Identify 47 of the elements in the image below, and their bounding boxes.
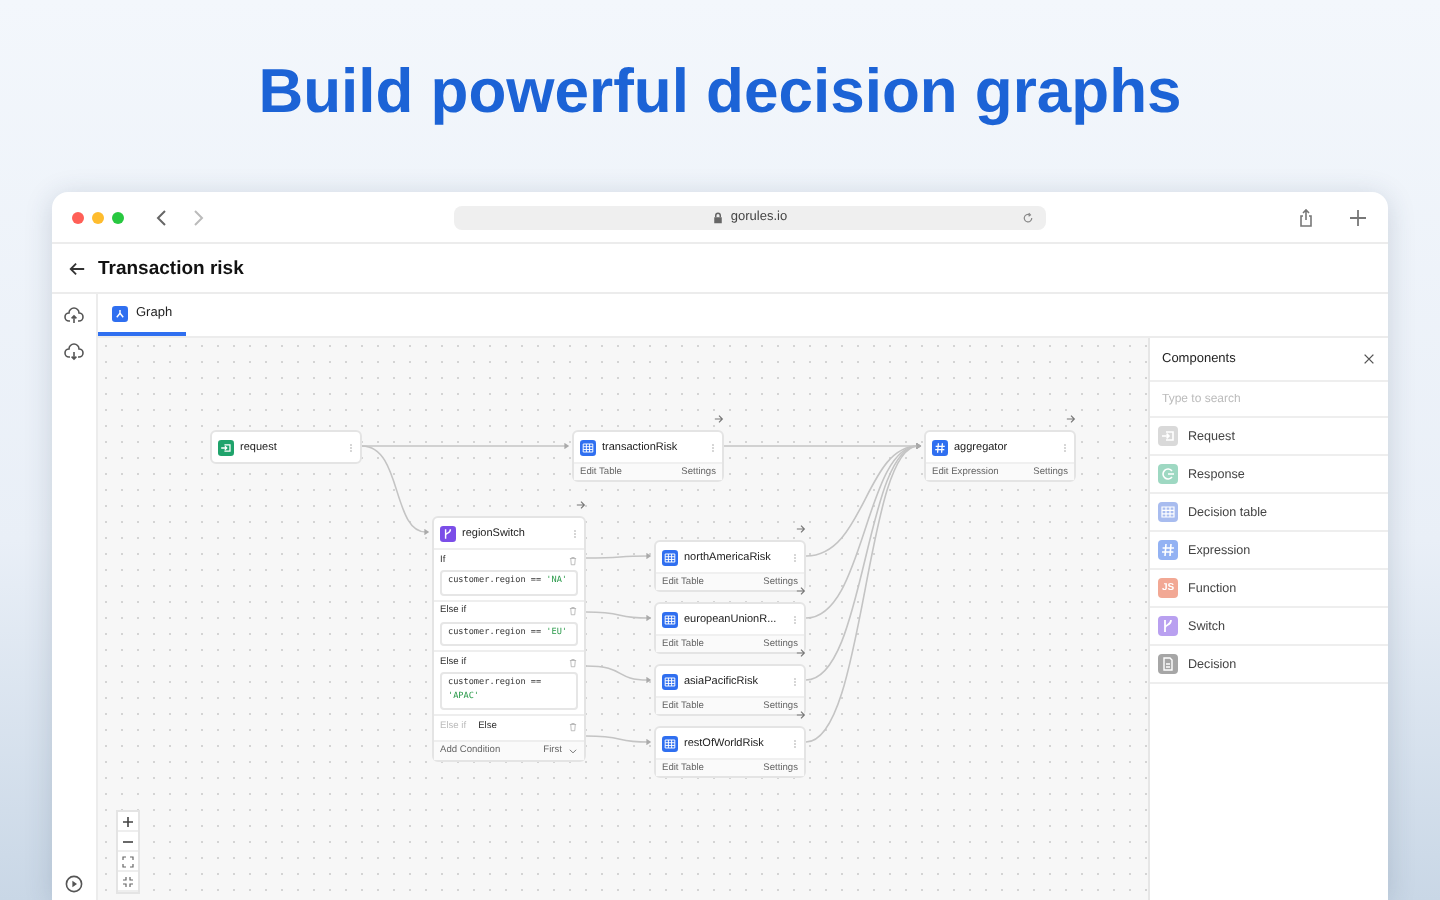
connector-line [585, 665, 652, 684]
trash-icon[interactable] [568, 721, 578, 731]
table-icon [662, 549, 678, 565]
collapse-icon [120, 874, 136, 890]
arrow-icon[interactable] [576, 500, 586, 510]
connector-line [585, 611, 652, 622]
arrow-icon[interactable] [796, 524, 806, 534]
trash-icon[interactable] [568, 555, 578, 565]
play-circle-icon[interactable] [64, 874, 84, 894]
share-icon[interactable] [1296, 207, 1316, 227]
zoom-in-button[interactable] [118, 812, 138, 832]
connector-line [585, 735, 652, 746]
page-title: Transaction risk [98, 257, 244, 279]
table-icon [662, 735, 678, 751]
back-icon[interactable] [152, 207, 172, 227]
expand-icon [120, 854, 136, 870]
table-icon [662, 611, 678, 627]
arrow-icon[interactable] [796, 586, 806, 596]
arrow-icon[interactable] [796, 710, 806, 720]
plus-icon [120, 814, 136, 830]
maximize-window-button[interactable] [112, 211, 124, 223]
arrow-icon[interactable] [714, 414, 724, 424]
close-window-button[interactable] [72, 211, 84, 223]
enter-icon [218, 439, 234, 455]
trash-icon[interactable] [568, 657, 578, 667]
forward-icon[interactable] [188, 207, 208, 227]
close-icon[interactable] [1362, 352, 1376, 366]
graph-icon [112, 305, 128, 321]
branch-icon [440, 525, 456, 541]
connector-line [585, 552, 652, 560]
collapse-view-button[interactable] [118, 872, 138, 892]
minimize-window-button[interactable] [92, 211, 104, 223]
trash-icon[interactable] [568, 606, 578, 616]
new-tab-icon[interactable] [1348, 207, 1368, 227]
download-cloud-icon[interactable] [64, 342, 84, 362]
arrow-icon[interactable] [1066, 414, 1076, 424]
headline: Build powerful decision graphs [258, 56, 1182, 128]
table-icon [580, 439, 596, 455]
lock-icon [712, 211, 725, 223]
hash-icon [932, 439, 948, 455]
fit-view-button[interactable] [118, 852, 138, 872]
back-arrow-icon[interactable] [68, 259, 86, 277]
arrow-icon[interactable] [796, 648, 806, 658]
upload-cloud-icon[interactable] [64, 306, 84, 326]
table-icon [662, 673, 678, 689]
chevron-down-icon[interactable] [568, 746, 578, 756]
reload-icon[interactable] [1022, 211, 1034, 223]
